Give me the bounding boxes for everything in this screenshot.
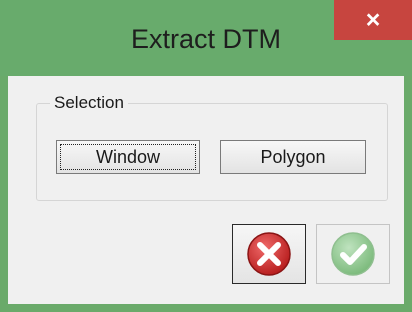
focus-rectangle [60, 144, 196, 170]
selection-group-label: Selection [50, 93, 128, 113]
close-icon: × [365, 5, 381, 34]
cancel-button[interactable] [232, 224, 306, 284]
green-check-circle-icon [331, 232, 375, 276]
polygon-button[interactable]: Polygon [220, 140, 366, 174]
title-bar[interactable]: Extract DTM × [0, 0, 412, 76]
polygon-button-label: Polygon [260, 146, 326, 167]
close-button[interactable]: × [334, 0, 412, 40]
dialog-body: Selection Window Polygon [8, 76, 404, 304]
window-button[interactable]: Window [56, 140, 200, 174]
ok-button[interactable] [316, 224, 390, 284]
red-x-circle-icon [247, 232, 291, 276]
